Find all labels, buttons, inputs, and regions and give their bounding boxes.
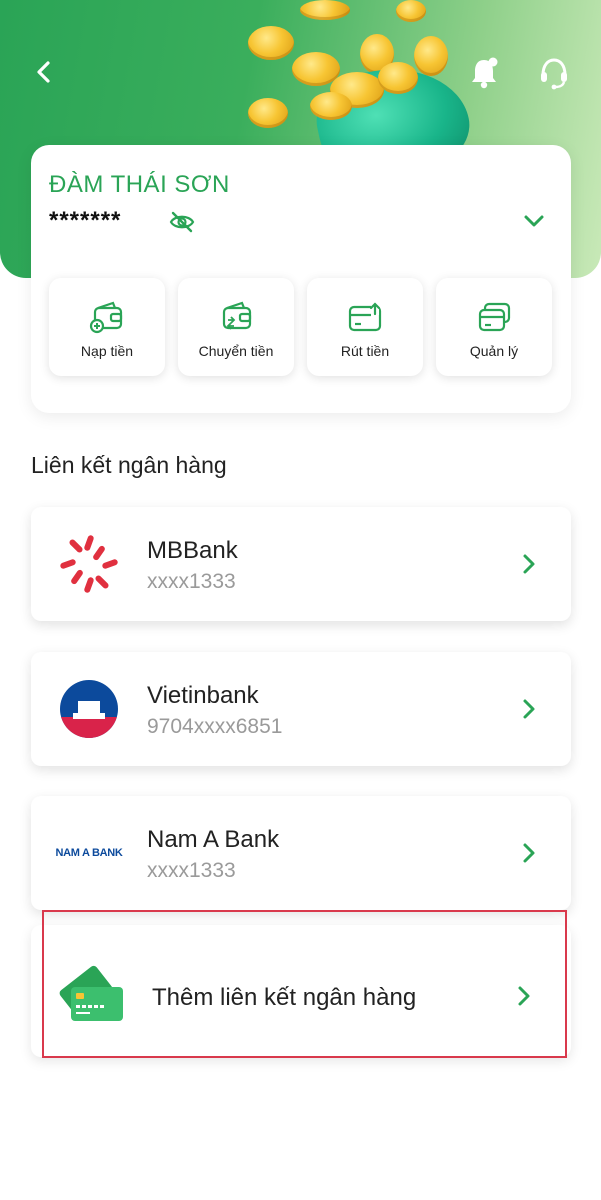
bank-item-vietinbank[interactable]: Vietinbank 9704xxxx6851 (31, 652, 571, 766)
manage-label: Quản lý (469, 343, 519, 359)
bank-name: Vietinbank (147, 682, 259, 709)
account-balance: ******* (49, 207, 122, 234)
transfer-button[interactable]: Chuyển tiền (178, 278, 294, 376)
coin-decoration (378, 62, 418, 94)
chevron-down-icon (524, 215, 544, 227)
toggle-balance-visibility[interactable] (169, 211, 195, 238)
coin-decoration (310, 92, 352, 120)
add-bank-link-button[interactable]: Thêm liên kết ngân hàng (31, 925, 571, 1057)
card-withdraw-icon (348, 302, 382, 332)
mbbank-logo (53, 532, 125, 596)
bank-item-namabank[interactable]: NAM A BANK Nam A Bank xxxx1333 (31, 796, 571, 910)
bank-cards-icon (59, 965, 123, 1021)
wallet-transfer-icon (222, 301, 252, 330)
add-bank-link-label: Thêm liên kết ngân hàng (152, 984, 417, 1011)
linked-banks-title: Liên kết ngân hàng (31, 452, 227, 478)
headset-icon (541, 58, 567, 90)
chevron-left-icon (37, 61, 50, 83)
withdraw-button[interactable]: Rút tiền (307, 278, 423, 376)
bank-name: Nam A Bank (147, 826, 280, 853)
coin-decoration (300, 0, 350, 20)
namabank-logo: NAM A BANK (53, 821, 125, 885)
bank-item-mbbank[interactable]: MBBank xxxx1333 (31, 507, 571, 621)
expand-account-button[interactable] (523, 213, 545, 234)
coin-decoration (248, 98, 288, 128)
wallet-plus-icon (89, 301, 123, 334)
manage-button[interactable]: Quản lý (436, 278, 552, 376)
transfer-label: Chuyển tiền (198, 343, 274, 359)
chevron-right-icon (523, 843, 535, 863)
coin-decoration (414, 36, 448, 76)
chevron-right-icon (523, 554, 535, 574)
chevron-right-icon (518, 986, 530, 1006)
bank-account-number: 9704xxxx6851 (147, 715, 283, 738)
bell-icon (472, 57, 498, 89)
bank-account-number: xxxx1333 (147, 570, 236, 593)
eye-off-icon (169, 211, 195, 233)
namabank-logo-text: NAM A BANK (55, 847, 123, 859)
cards-manage-icon (478, 302, 511, 332)
chevron-right-icon (523, 699, 535, 719)
bank-name: MBBank (147, 537, 238, 564)
topup-label: Nạp tiền (80, 343, 134, 359)
coin-decoration (396, 0, 426, 22)
bank-account-number: xxxx1333 (147, 859, 236, 882)
topup-button[interactable]: Nạp tiền (49, 278, 165, 376)
notification-button[interactable] (466, 54, 502, 92)
account-holder-name: ĐÀM THÁI SƠN (49, 171, 230, 198)
back-button[interactable] (28, 56, 60, 88)
vietinbank-logo (53, 677, 125, 741)
account-card: ĐÀM THÁI SƠN ******* Nạp tiền Chuyển tiề… (31, 145, 571, 413)
support-button[interactable] (536, 54, 572, 92)
withdraw-label: Rút tiền (340, 343, 390, 359)
coin-decoration (248, 26, 294, 60)
